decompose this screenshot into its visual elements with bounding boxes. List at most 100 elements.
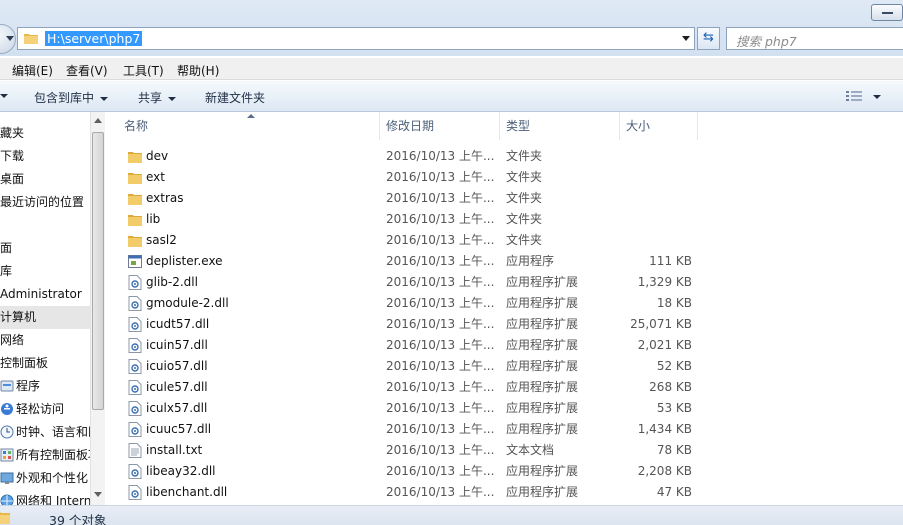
file-row[interactable]: icuin57.dll 2016/10/13 上午... 应用程序扩展 2,021 K…: [120, 335, 890, 356]
file-name: libenchant.dll: [146, 485, 228, 499]
nav-item-ease-of-access[interactable]: 轻松访问: [0, 398, 90, 421]
column-header-type[interactable]: 类型: [500, 112, 620, 140]
menu-edit[interactable]: 编辑(E): [12, 62, 53, 79]
file-name: icuin57.dll: [146, 338, 208, 352]
exe-icon: [128, 255, 142, 268]
dll-icon: [128, 296, 142, 311]
file-row[interactable]: gmodule-2.dll 2016/10/13 上午... 应用程序扩展 18 KB: [120, 293, 890, 314]
share-button[interactable]: 共享: [138, 89, 177, 106]
file-name: dev: [146, 149, 169, 163]
file-modified-date: 2016/10/13 上午...: [386, 233, 495, 247]
include-in-library-button[interactable]: 包含到库中: [34, 89, 109, 106]
file-name: icuuc57.dll: [146, 422, 212, 436]
file-name: extras: [146, 191, 184, 205]
scrollbar-thumb[interactable]: [92, 132, 104, 410]
file-modified-date: 2016/10/13 上午...: [386, 422, 495, 436]
nav-item-downloads[interactable]: 下载: [0, 145, 90, 168]
view-options-dropdown-icon[interactable]: [873, 95, 881, 99]
file-type: 文件夹: [506, 191, 543, 205]
file-row[interactable]: sasl2 2016/10/13 上午... 文件夹: [120, 230, 890, 251]
file-modified-date: 2016/10/13 上午...: [386, 170, 495, 184]
file-name: sasl2: [146, 233, 177, 247]
menu-help[interactable]: 帮助(H): [177, 62, 219, 79]
file-row[interactable]: lib 2016/10/13 上午... 文件夹: [120, 209, 890, 230]
file-row[interactable]: icule57.dll 2016/10/13 上午... 应用程序扩展 268 KB: [120, 377, 890, 398]
file-type: 应用程序扩展: [506, 296, 579, 310]
scroll-up-icon[interactable]: [94, 118, 102, 123]
dll-icon: [128, 359, 142, 374]
file-name: libeay32.dll: [146, 464, 216, 478]
nav-item-network[interactable]: 网络: [0, 329, 90, 352]
file-type: 文件夹: [506, 149, 543, 163]
share-label: 共享: [138, 91, 163, 105]
column-header-name[interactable]: 名称: [118, 112, 380, 140]
menu-tools[interactable]: 工具(T): [123, 62, 164, 79]
file-row[interactable]: iculx57.dll 2016/10/13 上午... 应用程序扩展 53 KB: [120, 398, 890, 419]
nav-item-network-and-internet[interactable]: 网络和 Interne: [0, 490, 90, 505]
status-bar: 39 个对象: [0, 505, 903, 525]
nav-item-clock-language-region[interactable]: 时钟、语言和区: [0, 421, 90, 444]
nav-item-appearance[interactable]: 外观和个性化: [0, 467, 90, 490]
nav-item-all-control-panel-items[interactable]: 所有控制面板项: [0, 444, 90, 467]
refresh-button[interactable]: ⇆: [697, 27, 720, 50]
recent-pages-dropdown-icon[interactable]: [6, 36, 14, 41]
file-row[interactable]: extras 2016/10/13 上午... 文件夹: [120, 188, 890, 209]
chevron-down-icon: [100, 96, 109, 101]
navigation-pane: 藏夹 下载 桌面 最近访问的位置 面 库 Administrator 计算机 网…: [0, 112, 90, 505]
menu-bar: 编辑(E) 查看(V) 工具(T) 帮助(H): [0, 58, 903, 80]
navigation-scrollbar[interactable]: [90, 112, 105, 505]
file-row[interactable]: deplister.exe 2016/10/13 上午... 应用程序 111 KB: [120, 251, 890, 272]
nav-item-label: 下载: [0, 149, 25, 163]
column-header-date[interactable]: 修改日期: [380, 112, 500, 140]
address-history-dropdown-icon[interactable]: [682, 36, 690, 41]
nav-item-programs[interactable]: 程序: [0, 375, 90, 398]
nav-item-desktop[interactable]: 桌面: [0, 168, 90, 191]
nav-item-administrator[interactable]: Administrator: [0, 283, 90, 306]
file-modified-date: 2016/10/13 上午...: [386, 254, 495, 268]
file-row[interactable]: glib-2.dll 2016/10/13 上午... 应用程序扩展 1,329 KB: [120, 272, 890, 293]
include-in-library-label: 包含到库中: [34, 91, 95, 105]
address-path[interactable]: H:\server\php7: [45, 31, 143, 46]
view-options-icon[interactable]: [846, 90, 862, 103]
file-size: 47 KB: [656, 485, 692, 499]
file-row[interactable]: install.txt 2016/10/13 上午... 文本文档 78 KB: [120, 440, 890, 461]
file-modified-date: 2016/10/13 上午...: [386, 359, 495, 373]
file-size: 2,021 KB: [637, 338, 692, 352]
search-input[interactable]: 搜索 php7: [726, 27, 903, 50]
file-name: glib-2.dll: [146, 275, 198, 289]
file-type: 应用程序扩展: [506, 317, 579, 331]
nav-item-desktop-root[interactable]: 面: [0, 237, 90, 260]
nav-item-computer[interactable]: 计算机: [0, 306, 90, 329]
file-row[interactable]: icuio57.dll 2016/10/13 上午... 应用程序扩展 52 KB: [120, 356, 890, 377]
file-row[interactable]: icuuc57.dll 2016/10/13 上午... 应用程序扩展 1,434 K…: [120, 419, 890, 440]
file-row[interactable]: icudt57.dll 2016/10/13 上午... 应用程序扩展 25,071 …: [120, 314, 890, 335]
nav-item-recent-places[interactable]: 最近访问的位置: [0, 191, 90, 214]
file-modified-date: 2016/10/13 上午...: [386, 212, 495, 226]
txt-icon: [128, 443, 142, 458]
refresh-icon: ⇆: [703, 30, 714, 45]
nav-item-label: 计算机: [0, 310, 37, 324]
file-size: 268 KB: [649, 380, 692, 394]
folder-icon: [128, 215, 142, 226]
minimize-button[interactable]: [871, 4, 903, 21]
file-row[interactable]: libenchant.dll 2016/10/13 上午... 应用程序扩展 47 K…: [120, 482, 890, 503]
new-folder-button[interactable]: 新建文件夹: [205, 89, 265, 106]
column-header-size[interactable]: 大小: [620, 112, 698, 140]
file-name: deplister.exe: [146, 254, 223, 268]
search-placeholder: 搜索 php7: [736, 34, 797, 49]
nav-item-label: 程序: [16, 379, 41, 393]
organize-dropdown-icon[interactable]: [0, 94, 8, 98]
network-icon: [0, 494, 14, 505]
file-row[interactable]: ext 2016/10/13 上午... 文件夹: [120, 167, 890, 188]
nav-item-control-panel[interactable]: 控制面板: [0, 352, 90, 375]
scroll-down-icon[interactable]: [94, 492, 102, 497]
menu-view[interactable]: 查看(V): [66, 62, 108, 79]
nav-item-favorites[interactable]: 藏夹: [0, 122, 90, 145]
dll-icon: [128, 317, 142, 332]
file-row[interactable]: libeay32.dll 2016/10/13 上午... 应用程序扩展 2,208 …: [120, 461, 890, 482]
command-bar: 包含到库中 共享 新建文件夹: [0, 81, 903, 112]
file-type: 文件夹: [506, 233, 543, 247]
address-bar[interactable]: H:\server\php7: [17, 27, 695, 50]
file-row[interactable]: dev 2016/10/13 上午... 文件夹: [120, 146, 890, 167]
nav-item-libraries[interactable]: 库: [0, 260, 90, 283]
